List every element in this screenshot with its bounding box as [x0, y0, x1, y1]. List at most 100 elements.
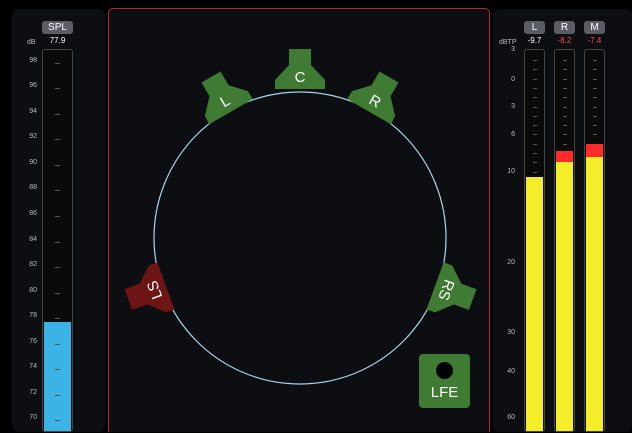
true-peak-meter-m	[584, 49, 605, 432]
true-peak-scale-label: 6	[511, 131, 515, 138]
spl-tick	[55, 88, 60, 90]
lfe-label: LFE	[430, 384, 459, 401]
true-peak-panel: dBTP 3 0 3 6 10 20 30 40 60 L -9.7 R -8.2 M -7.4	[493, 9, 632, 432]
meter-tick	[533, 69, 537, 71]
meter-tick	[563, 60, 567, 61]
meter-tick	[533, 125, 537, 127]
channel-tag-r[interactable]: R	[554, 21, 575, 34]
spl-tick	[55, 139, 60, 141]
spl-tick	[55, 215, 60, 217]
spl-tick	[55, 164, 60, 166]
spl-tick	[55, 318, 60, 320]
spl-readout: 77.9	[49, 36, 66, 45]
spl-unit-label: dB	[27, 39, 36, 46]
spl-scale-label: 86	[29, 209, 37, 217]
meter-tick	[563, 115, 567, 117]
spl-scale-label: 78	[29, 312, 37, 320]
spl-tick	[55, 62, 60, 64]
true-peak-meter-l	[524, 49, 545, 432]
meter-tick	[593, 134, 597, 136]
meter-tick	[533, 60, 537, 61]
speaker-center[interactable]: C	[275, 49, 325, 89]
channel-readout-l: -9.7	[527, 36, 542, 45]
lfe-indicator-icon	[436, 362, 453, 379]
true-peak-scale-label: 30	[507, 329, 515, 336]
true-peak-level-fill	[586, 155, 603, 431]
speaker-right-surround[interactable]: RS	[426, 262, 482, 323]
spl-scale-label: 92	[29, 133, 37, 141]
lfe-speaker-button[interactable]: LFE	[419, 354, 470, 408]
channel-tag-m[interactable]: M	[584, 21, 605, 34]
meter-tick	[563, 87, 567, 89]
spl-scale-label: 88	[29, 184, 37, 192]
meter-tick	[563, 125, 567, 127]
spl-scale-label: 74	[29, 363, 37, 371]
meter-tick	[533, 171, 537, 173]
meter-tick	[533, 162, 537, 164]
spl-tick	[55, 113, 60, 115]
meter-tick	[563, 78, 567, 80]
spl-scale-label: 94	[29, 107, 37, 115]
spl-scale-label: 72	[29, 388, 37, 396]
spl-scale-label: 76	[29, 337, 37, 345]
true-peak-meter-r	[554, 49, 575, 432]
peak-hold-indicator	[556, 151, 573, 162]
speaker-center-label: C	[295, 69, 306, 86]
true-peak-scale-label: 10	[507, 168, 515, 175]
meter-tick	[563, 69, 567, 71]
meter-tick	[593, 78, 597, 80]
meter-tick	[533, 143, 537, 145]
spl-scale-label: 80	[29, 286, 37, 294]
meter-tick	[563, 143, 567, 145]
meter-tick	[533, 78, 537, 80]
true-peak-scale-label: 3	[511, 46, 515, 53]
spl-panel: SPL dB 77.9 98 96 94 92 90 88 86 84 82 80 78 76 74 72…	[12, 9, 105, 432]
meter-tick	[593, 60, 597, 61]
spl-scale-label: 84	[29, 235, 37, 243]
spl-scale-label: 70	[29, 414, 37, 422]
meter-tick	[593, 106, 597, 108]
spl-scale-label: 90	[29, 158, 37, 166]
meter-tick	[593, 97, 597, 99]
spl-tag: SPL	[42, 21, 73, 34]
spl-scale-label: 82	[29, 261, 37, 269]
meter-tick	[593, 87, 597, 89]
spl-tick	[55, 394, 60, 396]
channel-readout-m: -7.4	[587, 36, 602, 45]
peak-hold-indicator	[586, 143, 603, 158]
meter-tick	[533, 106, 537, 108]
true-peak-scale-label: 60	[507, 414, 515, 421]
spl-tick	[55, 241, 60, 243]
meter-tick	[533, 115, 537, 117]
spl-tick	[55, 190, 60, 192]
true-peak-scale-label: 3	[511, 103, 515, 110]
true-peak-scale-label: 40	[507, 368, 515, 375]
meter-tick	[563, 106, 567, 108]
spl-tick	[55, 369, 60, 371]
meter-tick	[533, 97, 537, 99]
spl-scale-label: 96	[29, 82, 37, 90]
true-peak-level-fill	[556, 159, 573, 431]
speaker-right[interactable]: R	[347, 64, 410, 125]
true-peak-unit-label: dBTP	[499, 39, 517, 46]
spl-meter	[42, 49, 73, 432]
spl-tick	[55, 343, 60, 345]
speaker-left-surround[interactable]: LS	[120, 262, 175, 323]
channel-readout-r: -8.2	[557, 36, 572, 45]
true-peak-scale-label: 0	[511, 76, 515, 83]
spl-scale-label: 98	[29, 56, 37, 64]
meter-tick	[563, 134, 567, 136]
meter-tick	[533, 134, 537, 136]
true-peak-level-fill	[526, 176, 543, 431]
meter-tick	[593, 125, 597, 127]
speaker-left[interactable]: L	[189, 64, 253, 125]
meter-tick	[563, 97, 567, 99]
meter-tick	[593, 69, 597, 71]
meter-tick	[593, 115, 597, 117]
spl-tick	[55, 420, 60, 422]
channel-tag-l[interactable]: L	[524, 21, 545, 34]
spl-tick	[55, 292, 60, 294]
meter-tick	[533, 87, 537, 89]
listening-circle	[153, 91, 447, 385]
true-peak-scale-label: 20	[507, 259, 515, 266]
